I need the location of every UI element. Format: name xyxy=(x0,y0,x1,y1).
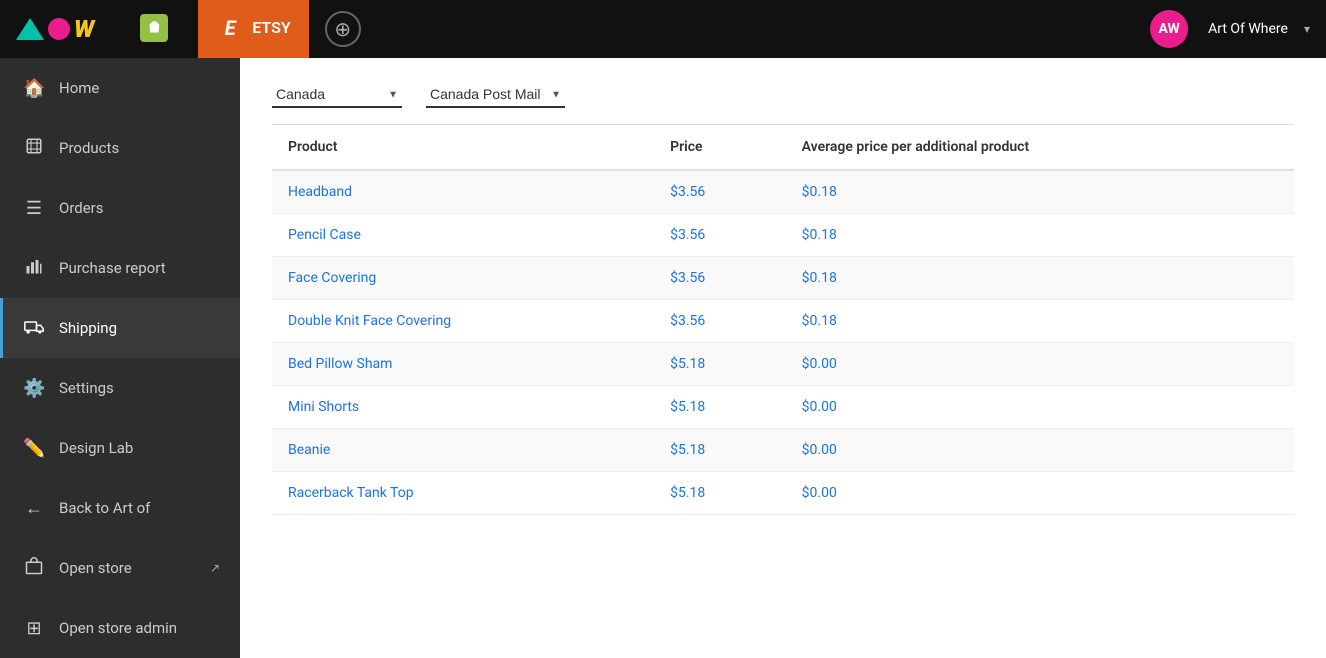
table-row: Pencil Case $3.56 $0.18 xyxy=(272,214,1294,257)
etsy-label: ETSY xyxy=(252,18,291,37)
table-row: Mini Shorts $5.18 $0.00 xyxy=(272,386,1294,429)
shipping-icon xyxy=(23,318,45,339)
cell-product: Headband xyxy=(272,170,654,214)
external-link-icon: ↗ xyxy=(210,561,220,575)
cell-price: $3.56 xyxy=(654,300,786,343)
product-link[interactable]: Racerback Tank Top xyxy=(288,485,414,501)
sidebar-item-products[interactable]: Products xyxy=(0,118,240,178)
cell-price: $5.18 xyxy=(654,429,786,472)
sidebar-item-orders[interactable]: ☰ Orders xyxy=(0,178,240,238)
cell-avg-price: $0.18 xyxy=(786,170,1294,214)
user-name: Art Of Where xyxy=(1208,21,1288,37)
cell-product: Racerback Tank Top xyxy=(272,472,654,515)
sidebar-label-open-store-admin: Open store admin xyxy=(59,619,177,637)
sidebar-item-purchase-report[interactable]: Purchase report xyxy=(0,238,240,298)
sidebar-label-orders: Orders xyxy=(59,199,104,217)
shipping-table: Product Price Average price per addition… xyxy=(272,125,1294,515)
purchase-report-icon xyxy=(23,257,45,280)
etsy-tab[interactable]: E ETSY xyxy=(198,0,309,58)
cell-price: $5.18 xyxy=(654,386,786,429)
cell-price: $3.56 xyxy=(654,257,786,300)
plus-icon: ⊕ xyxy=(334,17,351,41)
sidebar-label-purchase-report: Purchase report xyxy=(59,259,166,277)
cell-product: Face Covering xyxy=(272,257,654,300)
filter-bar: Canada United States Australia United Ki… xyxy=(272,82,1294,125)
cell-product: Double Knit Face Covering xyxy=(272,300,654,343)
table-row: Bed Pillow Sham $5.18 $0.00 xyxy=(272,343,1294,386)
sidebar-label-design-lab: Design Lab xyxy=(59,439,133,457)
product-link[interactable]: Double Knit Face Covering xyxy=(288,313,451,329)
home-icon: 🏠 xyxy=(23,78,45,99)
cell-product: Mini Shorts xyxy=(272,386,654,429)
back-arrow-icon: ← xyxy=(23,498,45,519)
cell-avg-price: $0.00 xyxy=(786,472,1294,515)
country-select[interactable]: Canada United States Australia United Ki… xyxy=(272,82,402,108)
sidebar-label-back-to-art-of: Back to Art of xyxy=(59,499,150,517)
table-header-row: Product Price Average price per addition… xyxy=(272,125,1294,170)
sidebar-label-home: Home xyxy=(59,79,99,97)
product-link[interactable]: Pencil Case xyxy=(288,227,361,243)
col-header-price: Price xyxy=(654,125,786,170)
product-link[interactable]: Bed Pillow Sham xyxy=(288,356,392,372)
carrier-select-wrapper: Canada Post Mail UPS FedEx DHL ▼ xyxy=(426,82,565,108)
products-icon xyxy=(23,137,45,160)
cell-product: Beanie xyxy=(272,429,654,472)
cell-price: $5.18 xyxy=(654,343,786,386)
cell-price: $5.18 xyxy=(654,472,786,515)
table-row: Headband $3.56 $0.18 xyxy=(272,170,1294,214)
cell-avg-price: $0.00 xyxy=(786,429,1294,472)
chevron-down-icon[interactable]: ▾ xyxy=(1304,22,1310,36)
topbar: W E ETSY ⊕ AW Art Of Where ▾ xyxy=(0,0,1326,58)
cell-avg-price: $0.18 xyxy=(786,214,1294,257)
etsy-icon: E xyxy=(216,14,244,42)
cell-avg-price: $0.18 xyxy=(786,300,1294,343)
orders-icon: ☰ xyxy=(23,198,45,219)
sidebar-item-back-to-art-of[interactable]: ← Back to Art of xyxy=(0,478,240,538)
table-row: Racerback Tank Top $5.18 $0.00 xyxy=(272,472,1294,515)
sidebar-label-shipping: Shipping xyxy=(59,319,117,337)
cell-product: Pencil Case xyxy=(272,214,654,257)
cell-avg-price: $0.00 xyxy=(786,343,1294,386)
add-store-button[interactable]: ⊕ xyxy=(325,11,361,47)
cell-avg-price: $0.00 xyxy=(786,386,1294,429)
product-link[interactable]: Beanie xyxy=(288,442,330,458)
col-header-avg-price: Average price per additional product xyxy=(786,125,1294,170)
carrier-select[interactable]: Canada Post Mail UPS FedEx DHL xyxy=(426,82,565,108)
table-row: Double Knit Face Covering $3.56 $0.18 xyxy=(272,300,1294,343)
sidebar-item-open-store-admin[interactable]: ⊞ Open store admin xyxy=(0,598,240,658)
admin-grid-icon: ⊞ xyxy=(23,618,45,639)
logo: W xyxy=(16,15,94,43)
product-link[interactable]: Face Covering xyxy=(288,270,376,286)
sidebar-label-open-store: Open store xyxy=(59,559,132,577)
table-row: Beanie $5.18 $0.00 xyxy=(272,429,1294,472)
product-link[interactable]: Mini Shorts xyxy=(288,399,359,415)
cell-price: $3.56 xyxy=(654,214,786,257)
avatar: AW xyxy=(1150,10,1188,48)
shopify-tab[interactable] xyxy=(122,0,186,58)
country-select-wrapper: Canada United States Australia United Ki… xyxy=(272,82,402,108)
main-content: Canada United States Australia United Ki… xyxy=(240,58,1326,658)
cell-avg-price: $0.18 xyxy=(786,257,1294,300)
shopify-icon xyxy=(140,14,168,42)
settings-icon: ⚙️ xyxy=(23,378,45,399)
sidebar-item-open-store[interactable]: Open store ↗ xyxy=(0,538,240,598)
sidebar-item-settings[interactable]: ⚙️ Settings xyxy=(0,358,240,418)
layout: 🏠 Home Products ☰ Orders Purchase report… xyxy=(0,58,1326,658)
cell-price: $3.56 xyxy=(654,170,786,214)
logo-triangle-icon xyxy=(16,18,44,40)
sidebar-item-home[interactable]: 🏠 Home xyxy=(0,58,240,118)
sidebar-label-settings: Settings xyxy=(59,379,114,397)
product-link[interactable]: Headband xyxy=(288,184,352,200)
sidebar-item-design-lab[interactable]: ✏️ Design Lab xyxy=(0,418,240,478)
sidebar-item-shipping[interactable]: Shipping xyxy=(0,298,240,358)
col-header-product: Product xyxy=(272,125,654,170)
logo-circle-icon xyxy=(48,18,70,40)
logo-w-icon: W xyxy=(74,15,94,43)
cell-product: Bed Pillow Sham xyxy=(272,343,654,386)
design-lab-icon: ✏️ xyxy=(23,438,45,459)
sidebar: 🏠 Home Products ☰ Orders Purchase report… xyxy=(0,58,240,658)
table-row: Face Covering $3.56 $0.18 xyxy=(272,257,1294,300)
store-icon xyxy=(23,557,45,580)
sidebar-label-products: Products xyxy=(59,139,119,157)
